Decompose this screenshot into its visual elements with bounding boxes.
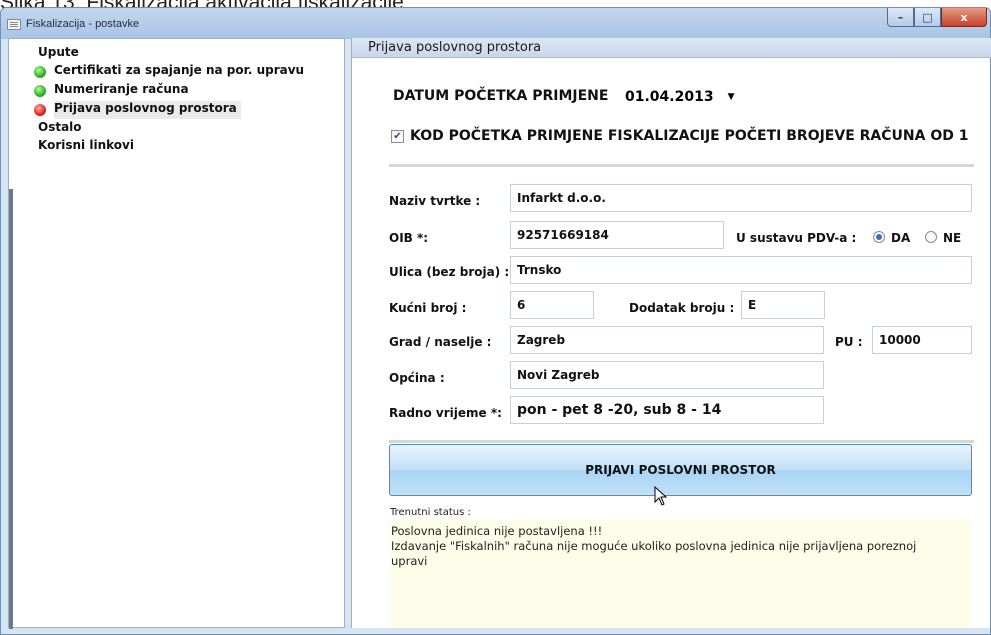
sidebar-item-prijava[interactable]: Prijava poslovnog prostora [34,101,241,119]
date-label: DATUM POČETKA PRIMJENE [393,88,609,104]
sidebar-item-korisni-linkovi[interactable]: Korisni linkovi [38,138,134,156]
mouse-cursor-icon [654,486,668,506]
status-line: upravi [391,554,428,568]
working-hours-label: Radno vrijeme *: [389,406,502,420]
reset-numbering-label: KOD POČETKA PRIMJENE FISKALIZACIJE POČET… [410,128,969,144]
city-label: Grad / naselje : [389,335,492,349]
house-number-suffix-input[interactable]: E [741,291,825,319]
vat-yes-radio[interactable] [873,231,885,243]
oib-label: OIB *: [389,231,429,245]
vat-no-radio[interactable] [925,231,937,243]
divider [389,440,974,443]
oib-input[interactable]: 92571669184 [510,221,724,249]
register-premises-button-label: PRIJAVI POSLOVNI PROSTOR [585,463,776,477]
close-button[interactable]: x [941,8,987,27]
app-icon [7,19,21,30]
company-name-label: Naziv tvrtke : [389,194,481,208]
sidebar-item-label: Ostalo [38,120,82,134]
street-label: Ulica (bez broja) : [389,265,510,279]
status-error-icon [34,104,46,116]
reset-numbering-checkbox[interactable]: ✔ [391,129,404,143]
status-ok-icon [34,66,46,78]
sidebar-item-ostalo[interactable]: Ostalo [38,120,82,138]
title-bar[interactable]: Fiskalizacija - postavke – □ x [1,8,990,39]
working-hours-input[interactable]: pon - pet 8 -20, sub 8 - 14 [510,396,824,424]
municipality-input[interactable]: Novi Zagreb [510,361,824,389]
status-line: Poslovna jedinica nije postavljena !!! [391,524,603,538]
vat-yes-radio-row[interactable]: DA [873,227,925,247]
register-premises-button[interactable]: PRIJAVI POSLOVNI PROSTOR [389,444,972,496]
minimize-button[interactable]: – [887,8,914,27]
window-title: Fiskalizacija - postavke [26,18,140,30]
house-number-suffix-label: Dodatak broju : [629,301,735,315]
vat-no-label: NE [943,231,962,245]
street-input[interactable]: Trnsko [510,256,972,284]
panel-header: Prijava poslovnog prostora [352,38,991,58]
sidebar-item-label: Upute [38,45,79,59]
vat-no-radio-row[interactable]: NE [925,227,970,247]
status-ok-icon [34,85,46,97]
house-number-input[interactable]: 6 [510,291,594,319]
sidebar-item-label: Numeriranje računa [54,82,189,96]
city-input[interactable]: Zagreb [510,326,824,354]
date-value: 01.04.2013 [625,89,714,105]
municipality-label: Općina : [389,371,445,385]
reset-numbering-checkbox-row[interactable]: ✔ KOD POČETKA PRIMJENE FISKALIZACIJE POČ… [391,128,968,144]
divider [389,164,974,167]
sidebar-item-label: Korisni linkovi [38,138,134,152]
status-label: Trenutni status : [390,507,471,518]
company-name-input[interactable]: Infarkt d.o.o. [510,184,972,212]
chevron-down-icon[interactable]: ▼ [728,92,735,102]
sidebar-splitter[interactable] [9,189,13,629]
sidebar-item-upute[interactable]: Upute [38,45,79,63]
house-number-label: Kućni broj : [389,301,467,315]
status-message-box: Poslovna jedinica nije postavljena !!! I… [389,520,972,628]
sidebar-item-numeriranje[interactable]: Numeriranje računa [34,82,189,100]
settings-sidebar: Upute Certifikati za spajanje na por. up… [8,38,345,629]
vat-label: U sustavu PDV-a : [736,231,857,245]
panel-title: Prijava poslovnog prostora [368,40,542,55]
maximize-button[interactable]: □ [914,8,941,27]
content-panel: Prijava poslovnog prostora DATUM POČETKA… [351,38,991,628]
sidebar-item-label: Prijava poslovnog prostora [54,101,237,115]
postal-code-label: PU : [835,335,863,349]
sidebar-item-label: Certifikati za spajanje na por. upravu [54,63,305,77]
window-controls: – □ x [887,8,987,28]
vat-yes-label: DA [891,231,911,245]
postal-code-input[interactable]: 10000 [872,326,972,354]
status-line: Izdavanje "Fiskalnih" računa nije moguće… [391,539,917,553]
sidebar-item-certifikati[interactable]: Certifikati za spajanje na por. upravu [34,63,305,81]
date-picker[interactable]: 01.04.2013 ▼ [619,84,749,110]
